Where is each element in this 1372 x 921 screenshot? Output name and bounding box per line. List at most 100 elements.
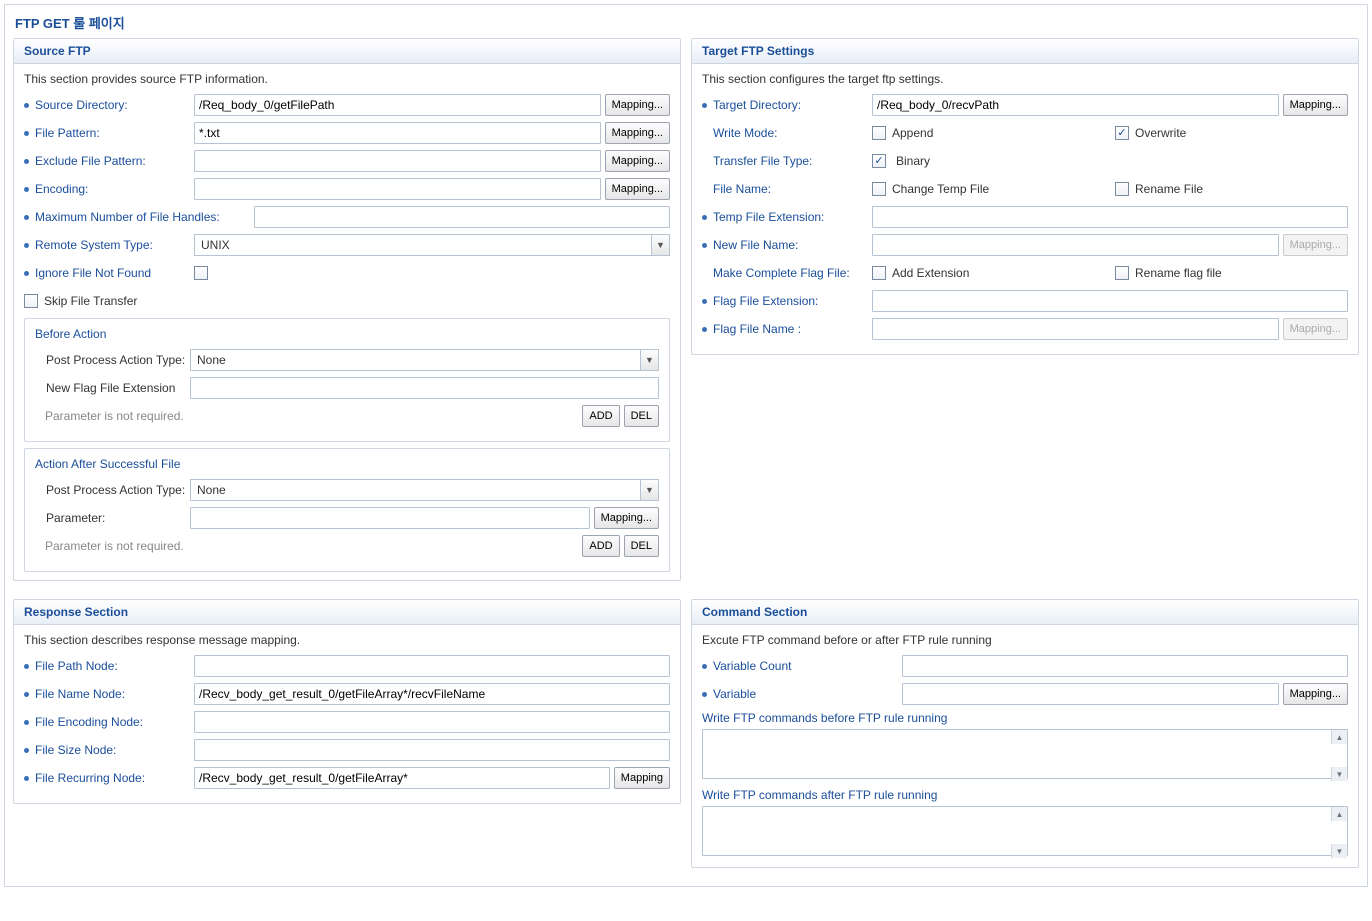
flag-name-mapping-button: Mapping... [1283, 318, 1348, 340]
append-checkbox[interactable] [872, 126, 886, 140]
flag-ext-label: Flag File Extension: [713, 294, 818, 308]
file-name-node-input[interactable] [194, 683, 670, 705]
bullet-icon [24, 271, 29, 276]
encoding-mapping-button[interactable]: Mapping... [605, 178, 670, 200]
target-directory-label: Target Directory: [713, 98, 801, 112]
source-directory-mapping-button[interactable]: Mapping... [605, 94, 670, 116]
before-flag-ext-input[interactable] [190, 377, 659, 399]
target-directory-input[interactable] [872, 94, 1279, 116]
bullet-icon [24, 692, 29, 697]
bullet-icon [702, 692, 707, 697]
source-directory-input[interactable] [194, 94, 601, 116]
target-directory-mapping-button[interactable]: Mapping... [1283, 94, 1348, 116]
binary-label: Binary [896, 154, 930, 168]
before-postprocess-select[interactable]: None ▼ [190, 349, 659, 371]
new-file-name-input[interactable] [872, 234, 1279, 256]
remote-system-type-select[interactable]: UNIX ▼ [194, 234, 670, 256]
bullet-icon [24, 664, 29, 669]
exclude-pattern-input[interactable] [194, 150, 601, 172]
ignore-not-found-label: Ignore File Not Found [35, 266, 151, 280]
response-title: Response Section [14, 600, 680, 625]
file-encoding-node-label: File Encoding Node: [35, 715, 143, 729]
after-postprocess-select[interactable]: None ▼ [190, 479, 659, 501]
file-recurring-mapping-button[interactable]: Mapping [614, 767, 670, 789]
command-desc: Excute FTP command before or after FTP r… [702, 633, 1348, 647]
after-postprocess-label: Post Process Action Type: [46, 483, 185, 497]
before-postprocess-value: None [191, 350, 640, 370]
before-del-button[interactable]: DEL [624, 405, 659, 427]
variable-count-label: Variable Count [713, 659, 792, 673]
temp-ext-input[interactable] [872, 206, 1348, 228]
after-del-button[interactable]: DEL [624, 535, 659, 557]
top-columns: Source FTP This section provides source … [5, 38, 1367, 599]
bullet-icon [24, 748, 29, 753]
skip-file-transfer-label: Skip File Transfer [44, 294, 137, 308]
rename-file-label: Rename File [1135, 182, 1203, 196]
before-action-title: Before Action [35, 327, 659, 341]
file-pattern-mapping-button[interactable]: Mapping... [605, 122, 670, 144]
binary-checkbox[interactable]: ✓ [872, 154, 886, 168]
encoding-input[interactable] [194, 178, 601, 200]
make-flag-label: Make Complete Flag File: [713, 266, 850, 280]
rename-file-checkbox[interactable] [1115, 182, 1129, 196]
before-param-note: Parameter is not required. [35, 409, 578, 423]
bullet-icon [702, 243, 707, 248]
bullet-icon [702, 215, 707, 220]
skip-file-transfer-checkbox[interactable] [24, 294, 38, 308]
after-add-button[interactable]: ADD [582, 535, 619, 557]
after-parameter-mapping-button[interactable]: Mapping... [594, 507, 659, 529]
rename-flag-checkbox[interactable] [1115, 266, 1129, 280]
add-extension-checkbox[interactable] [872, 266, 886, 280]
overwrite-checkbox[interactable]: ✓ [1115, 126, 1129, 140]
remote-system-type-label: Remote System Type: [35, 238, 153, 252]
target-ftp-title: Target FTP Settings [692, 39, 1358, 64]
exclude-pattern-label: Exclude File Pattern: [35, 154, 146, 168]
file-path-node-input[interactable] [194, 655, 670, 677]
file-pattern-input[interactable] [194, 122, 601, 144]
new-file-name-mapping-button: Mapping... [1283, 234, 1348, 256]
response-panel: Response Section This section describes … [13, 599, 681, 804]
commands-before-textarea[interactable] [702, 729, 1348, 779]
before-postprocess-label: Post Process Action Type: [46, 353, 185, 367]
source-ftp-desc: This section provides source FTP informa… [24, 72, 670, 86]
overwrite-label: Overwrite [1135, 126, 1186, 140]
ignore-not-found-checkbox[interactable] [194, 266, 208, 280]
variable-count-input[interactable] [902, 655, 1348, 677]
bullet-icon [702, 664, 707, 669]
change-temp-checkbox[interactable] [872, 182, 886, 196]
bullet-icon [24, 215, 29, 220]
before-add-button[interactable]: ADD [582, 405, 619, 427]
source-ftp-title: Source FTP [14, 39, 680, 64]
file-size-node-label: File Size Node: [35, 743, 116, 757]
file-size-node-input[interactable] [194, 739, 670, 761]
commands-after-textarea[interactable] [702, 806, 1348, 856]
variable-input[interactable] [902, 683, 1279, 705]
flag-name-input[interactable] [872, 318, 1279, 340]
transfer-type-label: Transfer File Type: [713, 154, 812, 168]
variable-mapping-button[interactable]: Mapping... [1283, 683, 1348, 705]
exclude-pattern-mapping-button[interactable]: Mapping... [605, 150, 670, 172]
temp-ext-label: Temp File Extension: [713, 210, 824, 224]
file-name-label: File Name: [713, 182, 771, 196]
new-file-name-label: New File Name: [713, 238, 798, 252]
chevron-down-icon: ▼ [640, 350, 658, 370]
after-parameter-input[interactable] [190, 507, 590, 529]
change-temp-label: Change Temp File [892, 182, 989, 196]
response-desc: This section describes response message … [24, 633, 670, 647]
max-handles-input[interactable] [254, 206, 670, 228]
file-encoding-node-input[interactable] [194, 711, 670, 733]
after-action-panel: Action After Successful File Post Proces… [24, 448, 670, 572]
bullet-icon [702, 103, 707, 108]
bullet-icon [24, 187, 29, 192]
encoding-label: Encoding: [35, 182, 88, 196]
bullet-icon [702, 327, 707, 332]
page-title: FTP GET 룰 페이지 [5, 5, 1367, 38]
command-panel: Command Section Excute FTP command befor… [691, 599, 1359, 868]
target-ftp-desc: This section configures the target ftp s… [702, 72, 1348, 86]
file-recurring-node-input[interactable] [194, 767, 610, 789]
flag-ext-input[interactable] [872, 290, 1348, 312]
bullet-icon [702, 299, 707, 304]
after-postprocess-value: None [191, 480, 640, 500]
after-param-note: Parameter is not required. [35, 539, 578, 553]
bullet-icon [24, 776, 29, 781]
